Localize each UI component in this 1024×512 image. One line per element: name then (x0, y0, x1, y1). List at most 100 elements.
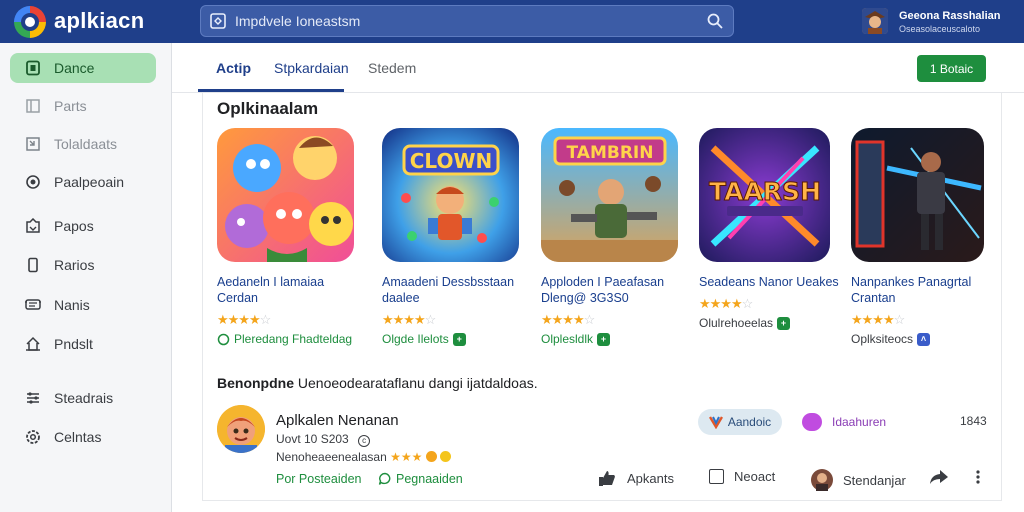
more-vert-icon (976, 470, 980, 484)
user-name: Geeona Rasshalian (899, 10, 1001, 22)
svg-text:TAARSH: TAARSH (709, 177, 821, 206)
circle-icon (217, 333, 230, 345)
tab-stedem[interactable]: Stedem (368, 60, 416, 76)
top-bar: aplkiacn Geeona Rasshalian Oseasolaceusc… (0, 0, 1024, 43)
app-name[interactable]: Apploden I Paeafasan Dleng@ 3G3S0 (541, 274, 691, 306)
category-chip[interactable]: Idaahuren (802, 413, 886, 431)
plus-badge-icon: + (777, 316, 791, 330)
app-card[interactable]: TAMBRIN Apploden I Paeafasan Dleng@ 3G3S… (541, 128, 691, 346)
checkbox-icon[interactable] (709, 469, 724, 484)
copyright-icon: c (358, 435, 371, 447)
sidebar-item-label: Papos (54, 218, 94, 234)
user-subtitle: Oseasolaceuscaloto (899, 24, 981, 34)
sidebar-item-celntas[interactable]: Celntas (10, 422, 156, 452)
review-app-name[interactable]: Aplkalen Nenanan (276, 412, 399, 429)
like-action[interactable]: Apkants (597, 469, 674, 487)
phone-icon (24, 256, 42, 274)
app-tag: Olgde Ilelots + (382, 332, 532, 346)
tab-bar: Actip Stpkardaian Stedem 1 Botaic (172, 43, 1024, 93)
sidebar-item-parts[interactable]: Parts (10, 91, 156, 121)
rating-stars: ★★★ (390, 450, 423, 464)
plus-badge-icon: + (452, 332, 466, 346)
sidebar-item-label: Steadrais (54, 390, 114, 406)
review-version: Uovt 10 S203 c (276, 432, 371, 447)
sidebar-item-nanis[interactable]: Nanis (10, 290, 156, 320)
cartoon-heroes-icon[interactable] (217, 128, 354, 262)
app-tag: Olplesldlk + (541, 332, 691, 346)
app-name[interactable]: Seadeans Nanor Ueakes (699, 274, 849, 290)
page-count: 1843 (960, 414, 987, 428)
chevron-badge-icon: ˄ (917, 332, 931, 346)
app-tag: Olulrehoeelas + (699, 316, 849, 330)
coin-icon (425, 451, 437, 462)
taarsh-swords-icon[interactable]: TAARSH (699, 128, 830, 262)
sidebar-item-label: Paalpeoain (54, 174, 125, 190)
section-title: Oplkinaalam (217, 99, 319, 118)
share-action[interactable] (929, 469, 949, 485)
grid-icon (210, 13, 226, 29)
refresh-icon (24, 173, 42, 191)
inbox-icon (24, 217, 42, 235)
settings-icon (24, 428, 42, 446)
cyber-warrior-icon[interactable] (851, 128, 984, 262)
apps-icon (24, 59, 42, 77)
plus-badge-icon: + (597, 332, 611, 346)
app-card[interactable]: TAARSH Seadeans Nanor Ueakes ★★★★☆ Olulr… (699, 128, 849, 330)
developer-action[interactable]: Stendanjar (811, 469, 906, 491)
sidebar-item-label: Celntas (54, 429, 102, 445)
app-name[interactable]: Nanpankes Panagrtal Crantan (851, 274, 1001, 306)
app-card[interactable]: Aedaneln I lamaiaa Cerdan ★★★★☆ Pleredan… (217, 128, 367, 346)
sliders-icon (24, 389, 42, 407)
svg-text:CLOWN: CLOWN (410, 149, 493, 173)
select-action[interactable]: Neoact (709, 469, 775, 484)
search-icon[interactable] (707, 13, 723, 29)
heart-icon (802, 413, 822, 431)
app-tag: Oplksiteocs ˄ (851, 332, 1001, 346)
rating-stars: ★★★★☆ (541, 312, 595, 327)
frame-icon (24, 97, 42, 115)
search-input[interactable] (235, 6, 695, 36)
sidebar-item-dance[interactable]: Dance (10, 53, 156, 83)
sidebar-item-label: Parts (54, 98, 87, 114)
android-icon (708, 416, 723, 429)
page-link[interactable]: Pegnaaiden (378, 472, 463, 486)
sidebar-item-steadrais[interactable]: Steadrais (10, 383, 156, 413)
review-rating: Nenoheaeenealasan ★★★ (276, 450, 452, 464)
thumbs-icon (599, 471, 615, 486)
sidebar-item-tolaldaats[interactable]: Tolaldaats (10, 129, 156, 159)
avatar-icon (811, 469, 833, 491)
more-options-button[interactable] (975, 469, 981, 485)
android-chip[interactable]: Aandoic (698, 409, 782, 435)
sidebar-item-paalpeoain[interactable]: Paalpeoain (10, 167, 156, 197)
rating-stars: ★★★★☆ (851, 312, 905, 327)
tab-stpkardaian[interactable]: Stpkardaian (274, 60, 349, 76)
review-app-avatar[interactable] (217, 405, 265, 453)
tab-actip[interactable]: Actip (216, 60, 251, 76)
rating-stars: ★★★★☆ (217, 312, 271, 327)
active-tab-indicator (198, 89, 344, 92)
user-avatar[interactable] (862, 8, 888, 34)
post-review-link[interactable]: Por Posteaiden (276, 472, 361, 486)
sidebar-item-label: Pndslt (54, 336, 93, 352)
svg-text:TAMBRIN: TAMBRIN (567, 143, 654, 163)
sidebar-item-rarios[interactable]: Rarios (10, 250, 156, 280)
clown-game-icon[interactable]: CLOWN (382, 128, 519, 262)
app-card[interactable]: Nanpankes Panagrtal Crantan ★★★★☆ Oplksi… (851, 128, 1001, 346)
install-button[interactable]: 1 Botaic (917, 55, 986, 82)
sidebar-item-pndslt[interactable]: Pndslt (10, 329, 156, 359)
app-logo-icon[interactable] (14, 6, 46, 38)
tambrin-battle-icon[interactable]: TAMBRIN (541, 128, 678, 262)
app-name[interactable]: Aedaneln I lamaiaa Cerdan (217, 274, 367, 306)
share-icon (930, 470, 948, 484)
app-title: aplkiacn (54, 8, 145, 33)
app-name[interactable]: Amaadeni Dessbsstaan daalee (382, 274, 532, 306)
coin-icon (440, 451, 452, 462)
tag-icon (24, 135, 42, 153)
search-bar[interactable] (200, 5, 734, 37)
sidebar-item-label: Rarios (54, 257, 95, 273)
sidebar-item-papos[interactable]: Papos (10, 211, 156, 241)
rating-stars: ★★★★☆ (699, 296, 753, 311)
rating-stars: ★★★★☆ (382, 312, 436, 327)
app-card[interactable]: CLOWN Amaadeni Dessbsstaan daalee ★★★★☆ … (382, 128, 532, 346)
app-tag: Pleredang Fhadteldag (217, 332, 367, 346)
